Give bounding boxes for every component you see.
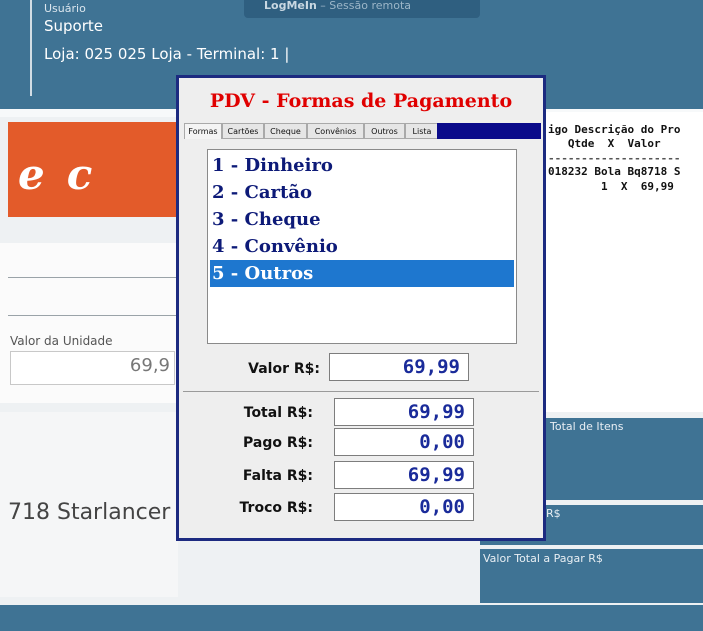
troco-label: Troco R$:	[239, 500, 313, 516]
total-field: 69,99	[334, 398, 474, 426]
valor-field[interactable]: 69,99	[329, 353, 469, 381]
tab-convenios[interactable]: Convênios	[307, 123, 364, 139]
payment-option-convenio[interactable]: 4 - Convênio	[210, 233, 514, 260]
pago-field: 0,00	[334, 428, 474, 456]
total-items-label: Total de Itens	[550, 420, 624, 433]
falta-field: 69,99	[334, 461, 474, 489]
total-pay-label: Valor Total a Pagar R$	[483, 552, 603, 565]
session-app-name: LogMeIn	[264, 0, 317, 12]
falta-label: Falta R$:	[242, 468, 313, 484]
brand-logo: ec	[18, 150, 115, 199]
unit-value: 69,9	[129, 355, 170, 376]
session-separator: –	[320, 0, 330, 12]
dialog-title: PDV - Formas de Pagamento	[209, 90, 513, 112]
receipt-header-1: igo Descrição do Pro	[548, 123, 681, 136]
product-name: 718 Starlancer	[8, 500, 171, 525]
tab-formas[interactable]: Formas	[184, 123, 222, 139]
payment-option-dinheiro[interactable]: 1 - Dinheiro	[210, 152, 514, 179]
payment-dialog: PDV - Formas de Pagamento Formas Cartões…	[176, 75, 546, 541]
store-terminal-line: Loja: 025 025 Loja - Terminal: 1 |	[44, 45, 290, 63]
user-name: Suporte	[44, 17, 104, 35]
tab-bar: Formas Cartões Cheque Convênios Outros L…	[184, 123, 441, 139]
field-line	[8, 315, 178, 316]
dialog-divider	[183, 391, 539, 392]
pago-label: Pago R$:	[243, 435, 313, 451]
tab-bar-fill	[437, 123, 541, 139]
receipt-separator: --------------------	[548, 152, 681, 165]
tab-cheque[interactable]: Cheque	[264, 123, 307, 139]
payment-option-cartao[interactable]: 2 - Cartão	[210, 179, 514, 206]
header-divider	[30, 0, 32, 96]
payment-method-list[interactable]: 1 - Dinheiro 2 - Cartão 3 - Cheque 4 - C…	[207, 149, 517, 344]
unit-value-label: Valor da Unidade	[10, 334, 113, 348]
tab-outros[interactable]: Outros	[364, 123, 405, 139]
tab-lista[interactable]: Lista	[405, 123, 439, 139]
session-label: Sessão remota	[329, 0, 412, 12]
payment-option-outros[interactable]: 5 - Outros	[210, 260, 514, 287]
user-label: Usuário	[44, 2, 86, 15]
tab-cartoes[interactable]: Cartões	[222, 123, 264, 139]
footer-bar	[0, 605, 703, 631]
total-label: Total R$:	[243, 405, 313, 421]
payment-option-cheque[interactable]: 3 - Cheque	[210, 206, 514, 233]
rs-label: R$	[546, 507, 561, 520]
total-pay-panel: Valor Total a Pagar R$	[480, 549, 703, 603]
troco-field: 0,00	[334, 493, 474, 521]
valor-label: Valor R$:	[248, 361, 320, 377]
field-line	[8, 277, 178, 278]
remote-session-bar[interactable]: LogMeIn – Sessão remota	[244, 0, 480, 18]
receipt-header-2: Qtde X Valor	[548, 137, 661, 150]
receipt-line-1: 018232 Bola Bq8718 S	[548, 165, 681, 178]
receipt-line-2: 1 X 69,99	[548, 180, 674, 193]
